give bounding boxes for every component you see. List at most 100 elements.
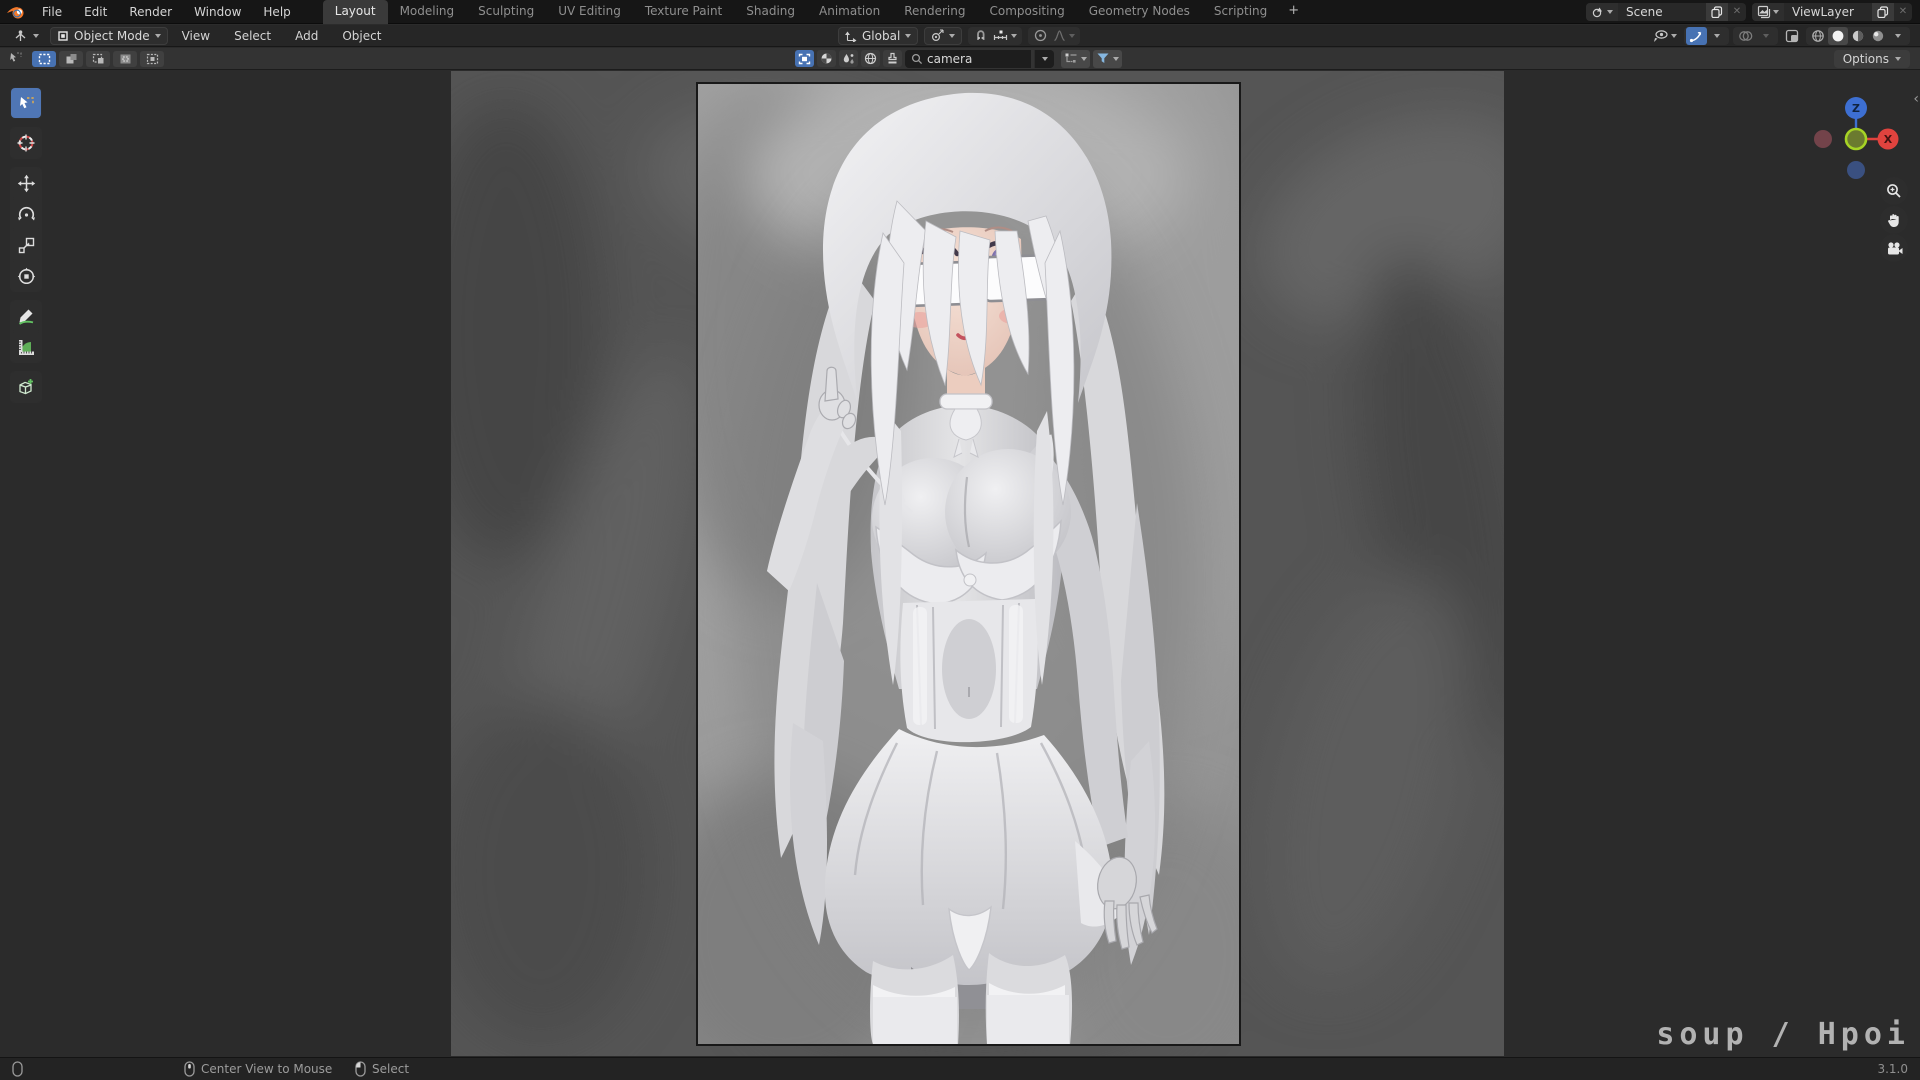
show-overlays-toggle[interactable] — [1735, 27, 1756, 45]
overlays-icon — [1738, 29, 1753, 43]
filter-button[interactable] — [1093, 50, 1122, 68]
select-mode-intersect-button[interactable] — [140, 51, 164, 67]
tool-rotate[interactable] — [11, 199, 41, 229]
object-mode-icon — [57, 30, 69, 42]
tool-add-cube[interactable] — [11, 372, 41, 402]
menu-add[interactable]: Add — [285, 27, 328, 45]
search-field[interactable] — [905, 50, 1031, 68]
pivot-point-icon — [931, 29, 944, 42]
menu-object[interactable]: Object — [332, 27, 391, 45]
show-gizmos-toggle[interactable] — [1686, 27, 1707, 45]
proportional-editing-toggle[interactable] — [1030, 27, 1050, 45]
search-dropdown-button[interactable] — [1034, 50, 1054, 68]
filter-texture-button[interactable] — [839, 50, 858, 67]
scene-browse-button[interactable] — [1586, 3, 1618, 21]
sidebar-collapse-arrow[interactable]: ‹ — [1913, 91, 1919, 107]
view-layer-browse-button[interactable] — [1752, 3, 1784, 21]
gizmo-axis-y[interactable] — [1846, 129, 1866, 149]
watermark: soup / Hpoi — [1656, 1017, 1910, 1052]
tool-move[interactable] — [11, 168, 41, 198]
view-layer-remove-button[interactable]: ✕ — [1894, 6, 1912, 17]
tab-uv-editing[interactable]: UV Editing — [546, 0, 633, 24]
select-mode-invert-button[interactable] — [113, 51, 137, 67]
filter-image-button[interactable] — [795, 50, 814, 67]
tab-rendering[interactable]: Rendering — [892, 0, 977, 24]
tool-options-button[interactable]: Options — [1834, 50, 1910, 68]
shading-wireframe-button[interactable] — [1808, 27, 1828, 45]
view-layer-new-button[interactable] — [1872, 3, 1894, 21]
camera-view — [647, 73, 1287, 1056]
gizmo-axis-negz[interactable] — [1847, 161, 1865, 179]
tab-animation[interactable]: Animation — [807, 0, 892, 24]
filter-world-button[interactable] — [861, 50, 880, 67]
select-mode-set-button[interactable] — [32, 51, 56, 67]
tab-sculpting[interactable]: Sculpting — [466, 0, 546, 24]
overlays-settings-button[interactable] — [1756, 27, 1776, 45]
falloff-curve-icon — [1053, 29, 1066, 42]
statusbar: Center View to Mouse Select 3.1.0 — [0, 1057, 1920, 1080]
zoom-button[interactable] — [1880, 177, 1908, 205]
shading-settings-button[interactable] — [1888, 27, 1908, 45]
viewport-header: Object Mode View Select Add Object Globa… — [0, 25, 1920, 47]
pivot-point-selector[interactable] — [924, 27, 962, 45]
gizmo-settings-button[interactable] — [1707, 27, 1727, 45]
proportional-editing-icon — [1034, 29, 1047, 42]
scene-name[interactable]: Scene — [1618, 5, 1706, 19]
blender-logo-icon[interactable] — [6, 4, 26, 20]
tab-geometry-nodes[interactable]: Geometry Nodes — [1077, 0, 1202, 24]
add-workspace-button[interactable]: + — [1279, 0, 1308, 24]
menu-edit[interactable]: Edit — [74, 3, 117, 21]
menu-render[interactable]: Render — [119, 3, 182, 21]
shading-material-button[interactable] — [1848, 27, 1868, 45]
select-mode-subtract-button[interactable] — [86, 51, 110, 67]
scene-new-button[interactable] — [1706, 3, 1728, 21]
transform-icon — [17, 267, 36, 286]
snap-settings-button[interactable] — [990, 27, 1020, 45]
shading-rendered-button[interactable] — [1868, 27, 1888, 45]
menu-file[interactable]: File — [32, 3, 72, 21]
gizmo-axis-negx[interactable] — [1814, 130, 1832, 148]
filter-brush-button[interactable] — [883, 50, 902, 67]
tool-cursor[interactable] — [11, 128, 41, 158]
pan-button[interactable] — [1880, 206, 1908, 234]
select-mode-extend-button[interactable] — [59, 51, 83, 67]
mode-selector[interactable]: Object Mode — [50, 27, 168, 45]
view-layer-selector: ViewLayer ✕ — [1752, 3, 1912, 21]
editor-type-button[interactable] — [6, 27, 46, 45]
topbar: File Edit Render Window Help Layout Mode… — [0, 0, 1920, 24]
transform-orientation-selector[interactable]: Global — [838, 27, 918, 45]
select-box-icon — [17, 94, 36, 113]
display-mode-button[interactable] — [1061, 50, 1090, 68]
menu-window[interactable]: Window — [184, 3, 251, 21]
tool-settings-bar: Options — [0, 48, 1920, 70]
tool-scale[interactable] — [11, 230, 41, 260]
tab-compositing[interactable]: Compositing — [977, 0, 1076, 24]
view-layer-name[interactable]: ViewLayer — [1784, 5, 1872, 19]
tab-layout[interactable]: Layout — [323, 0, 388, 24]
tool-annotate[interactable] — [11, 301, 41, 331]
camera-view-button[interactable] — [1880, 234, 1908, 262]
tool-measure[interactable] — [11, 332, 41, 362]
menu-select[interactable]: Select — [224, 27, 281, 45]
show-gizmo-context-button[interactable] — [1649, 27, 1680, 45]
xray-toggle[interactable] — [1782, 27, 1802, 45]
filter-material-button[interactable] — [817, 50, 836, 67]
tab-modeling[interactable]: Modeling — [388, 0, 467, 24]
tool-transform[interactable] — [11, 261, 41, 291]
menu-help[interactable]: Help — [253, 3, 300, 21]
snap-toggle-button[interactable] — [970, 27, 990, 45]
shading-solid-button[interactable] — [1828, 27, 1848, 45]
shading-material-icon — [1851, 29, 1865, 43]
search-input[interactable] — [927, 52, 1017, 66]
scene-unlink-button[interactable]: ✕ — [1728, 6, 1746, 17]
tool-select-box[interactable] — [11, 88, 41, 118]
tab-scripting[interactable]: Scripting — [1202, 0, 1279, 24]
keymap-hint: Select — [355, 1061, 409, 1077]
viewport-3d[interactable]: Z X ‹ soup / Hpoi — [0, 71, 1920, 1056]
menu-view[interactable]: View — [172, 27, 220, 45]
proportional-falloff-button[interactable] — [1050, 27, 1078, 45]
orientation-global-icon — [845, 30, 857, 42]
tab-shading[interactable]: Shading — [734, 0, 807, 24]
tab-texture-paint[interactable]: Texture Paint — [633, 0, 734, 24]
scene-icon — [1591, 5, 1605, 19]
